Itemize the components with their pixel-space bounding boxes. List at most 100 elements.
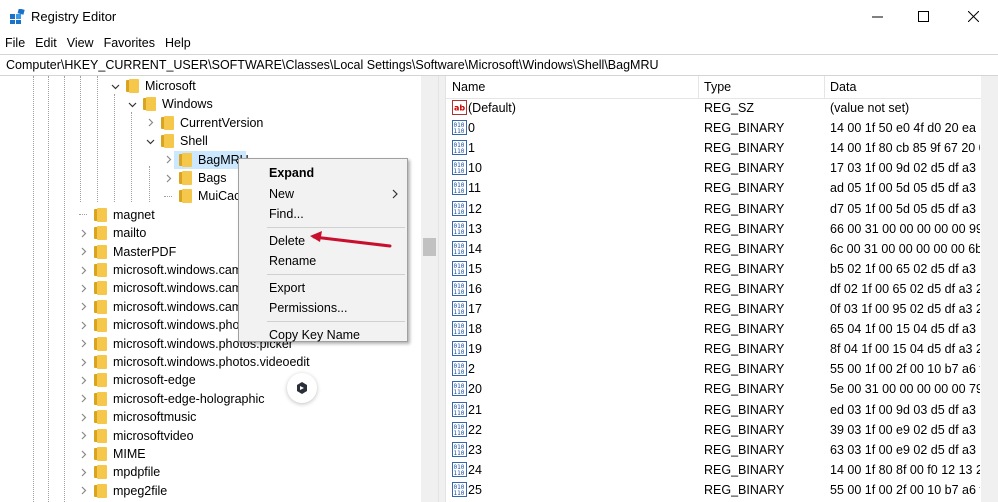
- value-row[interactable]: 010 110 1 REG_BINARY 14 00 1f 80 cb 85 9f 67…: [446, 138, 998, 158]
- chevron-right-icon[interactable]: [78, 467, 88, 477]
- menu-view[interactable]: View: [62, 33, 99, 53]
- tree-item-windows[interactable]: Windows: [127, 95, 213, 113]
- chevron-right-icon[interactable]: [78, 449, 88, 459]
- tree-item-magnet[interactable]: magnet: [78, 206, 155, 224]
- tree-item-microsoftmusic[interactable]: microsoftmusic: [78, 408, 196, 426]
- value-row[interactable]: 010 110 20 REG_BINARY 5e 00 31 00 00 00 00 0…: [446, 379, 998, 399]
- value-row[interactable]: 010 110 18 REG_BINARY 65 04 1f 00 15 04 d5 d…: [446, 319, 998, 339]
- tree-item-masterpdf[interactable]: MasterPDF: [78, 243, 176, 261]
- menu-bar: File Edit View Favorites Help: [0, 33, 196, 53]
- chevron-right-icon[interactable]: [78, 394, 88, 404]
- value-row[interactable]: 010 110 0 REG_BINARY 14 00 1f 50 e0 4f d0 20…: [446, 118, 998, 138]
- maximize-button[interactable]: [900, 0, 946, 32]
- tree-item-microsoft-edge-holographic[interactable]: microsoft-edge-holographic: [78, 390, 264, 408]
- tree-item-mpeg2file[interactable]: mpeg2file: [78, 482, 167, 500]
- binary-value-icon: 010110: [452, 361, 467, 377]
- value-row[interactable]: 010 110 24 REG_BINARY 14 00 1f 80 8f 00 f0 1…: [446, 460, 998, 480]
- menu-edit[interactable]: Edit: [30, 33, 62, 53]
- chevron-right-icon[interactable]: [78, 339, 88, 349]
- tree-item-currentversion[interactable]: CurrentVersion: [145, 114, 263, 132]
- chevron-down-icon[interactable]: [110, 81, 120, 91]
- chevron-right-icon[interactable]: [78, 412, 88, 422]
- chevron-right-icon[interactable]: [145, 118, 155, 128]
- context-menu-find[interactable]: Find...: [239, 204, 407, 224]
- list-scrollbar[interactable]: [981, 76, 998, 502]
- svg-text:110: 110: [454, 470, 465, 477]
- value-row[interactable]: 010 110 16 REG_BINARY df 02 1f 00 65 02 d5 d…: [446, 279, 998, 299]
- tree-item-bagmru[interactable]: BagMRU: [163, 151, 249, 169]
- tree-item-label: Bags: [198, 171, 227, 185]
- tree-item-microsoft-windows-camera[interactable]: microsoft.windows.camera: [78, 261, 260, 279]
- value-row[interactable]: 010 110 21 REG_BINARY ed 03 1f 00 9d 03 d5 d…: [446, 400, 998, 420]
- value-row[interactable]: 010 110 2 REG_BINARY 55 00 1f 00 2f 00 10 b7…: [446, 359, 998, 379]
- folder-icon: [161, 134, 174, 149]
- column-header-name[interactable]: Name: [452, 80, 485, 94]
- tree-item-microsoft-windows-photos-videoedit[interactable]: microsoft.windows.photos.videoedit: [78, 353, 310, 371]
- value-row[interactable]: 010 110 10 REG_BINARY 17 03 1f 00 9d 02 d5 d…: [446, 158, 998, 178]
- tree-item-microsoftvideo[interactable]: microsoftvideo: [78, 427, 194, 445]
- menu-favorites[interactable]: Favorites: [99, 33, 160, 53]
- chevron-right-icon[interactable]: [78, 228, 88, 238]
- value-data: ed 03 1f 00 9d 03 d5 df a3 23 f8 9e: [830, 402, 980, 417]
- tree-item-microsoft-edge[interactable]: microsoft-edge: [78, 371, 196, 389]
- chevron-right-icon[interactable]: [78, 247, 88, 257]
- value-row[interactable]: 010 110 14 REG_BINARY 6c 00 31 00 00 00 00 0…: [446, 239, 998, 259]
- chevron-down-icon[interactable]: [127, 99, 137, 109]
- context-menu-expand[interactable]: Expand: [239, 163, 407, 183]
- column-separator[interactable]: [698, 76, 699, 98]
- menu-file[interactable]: File: [0, 33, 30, 53]
- context-menu-new[interactable]: New: [239, 184, 407, 204]
- chevron-right-icon[interactable]: [78, 357, 88, 367]
- svg-text:110: 110: [454, 229, 465, 236]
- folder-icon: [94, 207, 107, 222]
- minimize-button[interactable]: [854, 0, 900, 32]
- value-row[interactable]: 010 110 13 REG_BINARY 66 00 31 00 00 00 00 0…: [446, 219, 998, 239]
- pane-splitter[interactable]: [438, 76, 446, 502]
- tree-item-shell[interactable]: Shell: [145, 132, 208, 150]
- chevron-right-icon[interactable]: [78, 431, 88, 441]
- address-bar[interactable]: Computer\HKEY_CURRENT_USER\SOFTWARE\Clas…: [0, 54, 998, 76]
- chevron-right-icon[interactable]: [78, 265, 88, 275]
- close-button[interactable]: [950, 0, 996, 32]
- chevron-down-icon[interactable]: [145, 136, 155, 146]
- menu-help[interactable]: Help: [160, 33, 196, 53]
- svg-text:110: 110: [454, 490, 465, 497]
- value-row[interactable]: 010 110 11 REG_BINARY ad 05 1f 00 5d 05 d5 d…: [446, 178, 998, 198]
- menu-separator: [267, 320, 405, 322]
- column-header-data[interactable]: Data: [830, 80, 856, 94]
- chevron-right-icon[interactable]: [78, 302, 88, 312]
- column-header-type[interactable]: Type: [704, 80, 731, 94]
- value-row[interactable]: 010 110 22 REG_BINARY 39 03 1f 00 e9 02 d5 d…: [446, 420, 998, 440]
- value-row[interactable]: ab (Default) REG_SZ (value not set): [446, 98, 998, 118]
- value-row[interactable]: 010 110 12 REG_BINARY d7 05 1f 00 5d 05 d5 d…: [446, 199, 998, 219]
- tree-scrollbar[interactable]: [421, 76, 438, 502]
- folder-icon: [126, 79, 139, 93]
- value-row[interactable]: 010 110 25 REG_BINARY 55 00 1f 00 2f 00 10 b…: [446, 480, 998, 500]
- value-row[interactable]: 010 110 23 REG_BINARY 63 03 1f 00 e9 02 d5 d…: [446, 440, 998, 460]
- chevron-right-icon[interactable]: [163, 173, 173, 183]
- context-menu-export[interactable]: Export: [239, 278, 407, 298]
- chevron-right-icon[interactable]: [78, 283, 88, 293]
- value-row[interactable]: 010 110 15 REG_BINARY b5 02 1f 00 65 02 d5 d…: [446, 259, 998, 279]
- values-list[interactable]: Name Type Data ab (Default) REG_SZ (value n…: [446, 76, 998, 502]
- tree-scrollbar-thumb[interactable]: [423, 238, 436, 256]
- value-row[interactable]: 010 110 17 REG_BINARY 0f 03 1f 00 95 02 d5 d…: [446, 299, 998, 319]
- chevron-right-icon[interactable]: [78, 375, 88, 385]
- tree-item-mailto[interactable]: mailto: [78, 224, 146, 242]
- value-row[interactable]: 010 110 19 REG_BINARY 8f 04 1f 00 15 04 d5 d…: [446, 339, 998, 359]
- column-separator[interactable]: [824, 76, 825, 98]
- chevron-right-icon[interactable]: [78, 486, 88, 496]
- tree-item-bags[interactable]: Bags: [163, 169, 227, 187]
- address-path[interactable]: Computer\HKEY_CURRENT_USER\SOFTWARE\Clas…: [0, 58, 659, 72]
- tree-item-mpdpfile[interactable]: mpdpfile: [78, 463, 160, 481]
- tree-item-mime[interactable]: MIME: [78, 445, 146, 463]
- value-type: REG_BINARY: [704, 482, 785, 497]
- chevron-right-icon[interactable]: [78, 320, 88, 330]
- chevron-right-icon[interactable]: [163, 155, 173, 165]
- context-menu-permissions[interactable]: Permissions...: [239, 298, 407, 318]
- tree-item-microsoft[interactable]: Microsoft: [110, 77, 196, 95]
- value-type: REG_BINARY: [704, 201, 785, 216]
- tree-item-label: microsoft-edge-holographic: [113, 391, 265, 406]
- value-data: 39 03 1f 00 e9 02 d5 df a3 23 f8 9e: [830, 422, 980, 437]
- context-menu-copy-key-name[interactable]: Copy Key Name: [239, 325, 407, 345]
